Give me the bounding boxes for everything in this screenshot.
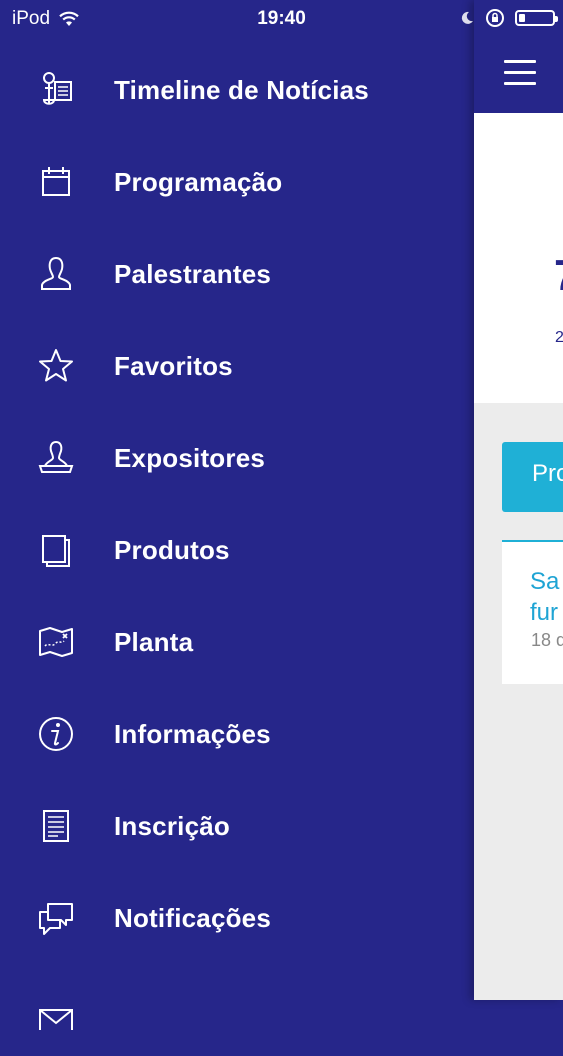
registration-document-icon: [36, 806, 76, 846]
info-icon: [36, 714, 76, 754]
news-title-line-1: Sa: [530, 568, 560, 595]
hero-caption: 2: [555, 329, 563, 346]
menu-label-produtos: Produtos: [114, 534, 230, 565]
floor-map-icon: [36, 622, 76, 662]
side-menu: Timeline de Notícias Programação Palestr…: [0, 36, 474, 1030]
menu-item-timeline[interactable]: Timeline de Notícias: [0, 44, 474, 136]
menu-item-palestrantes[interactable]: Palestrantes: [0, 228, 474, 320]
menu-item-mail[interactable]: [0, 964, 474, 1056]
menu-label-favoritos: Favoritos: [114, 350, 233, 381]
hero-number: 7: [554, 251, 563, 301]
menu-label-expositores: Expositores: [114, 442, 266, 473]
menu-item-planta[interactable]: Planta: [0, 596, 474, 688]
news-card[interactable]: Sa fur 18 d: [502, 540, 563, 684]
star-icon: [36, 346, 76, 386]
menu-label-inscricao: Inscrição: [114, 810, 230, 841]
news-timeline-icon: [36, 70, 76, 110]
moon-icon: [461, 11, 473, 24]
chat-bubbles-icon: [36, 898, 76, 938]
menu-item-expositores[interactable]: Expositores: [0, 412, 474, 504]
status-bar: iPod 19:40: [0, 0, 563, 36]
menu-label-informacoes: Informações: [114, 718, 271, 749]
hamburger-menu-icon[interactable]: [504, 60, 536, 86]
news-card-title: Sa fur: [530, 566, 559, 628]
menu-item-inscricao[interactable]: Inscrição: [0, 780, 474, 872]
battery-icon: [515, 10, 558, 26]
news-title-line-2: fur: [530, 599, 559, 626]
programacao-card-label: Pro: [532, 460, 563, 487]
menu-label-planta: Planta: [114, 626, 194, 657]
menu-item-notificacoes[interactable]: Notificações: [0, 872, 474, 964]
status-right: [459, 8, 558, 28]
menu-label-timeline: Timeline de Notícias: [114, 74, 369, 105]
hero-section: 7 2: [474, 113, 563, 403]
menu-label-notificacoes: Notificações: [114, 902, 272, 933]
news-card-date: 18 d: [531, 630, 563, 650]
menu-label-palestrantes: Palestrantes: [114, 258, 272, 289]
programacao-card[interactable]: Pro: [502, 442, 563, 512]
battery-level: [519, 14, 525, 22]
mail-icon: [36, 990, 76, 1030]
menu-item-programacao[interactable]: Programação: [0, 136, 474, 228]
rotation-lock-icon: [486, 9, 504, 27]
main-content-panel: 7 2 Pro Sa fur 18 d: [474, 0, 563, 1000]
speaker-person-icon: [36, 254, 76, 294]
menu-label-programacao: Programação: [114, 166, 283, 197]
products-pages-icon: [36, 530, 76, 570]
calendar-icon: [36, 162, 76, 202]
menu-item-informacoes[interactable]: Informações: [0, 688, 474, 780]
menu-item-produtos[interactable]: Produtos: [0, 504, 474, 596]
exhibitor-stand-icon: [36, 438, 76, 478]
menu-item-favoritos[interactable]: Favoritos: [0, 320, 474, 412]
